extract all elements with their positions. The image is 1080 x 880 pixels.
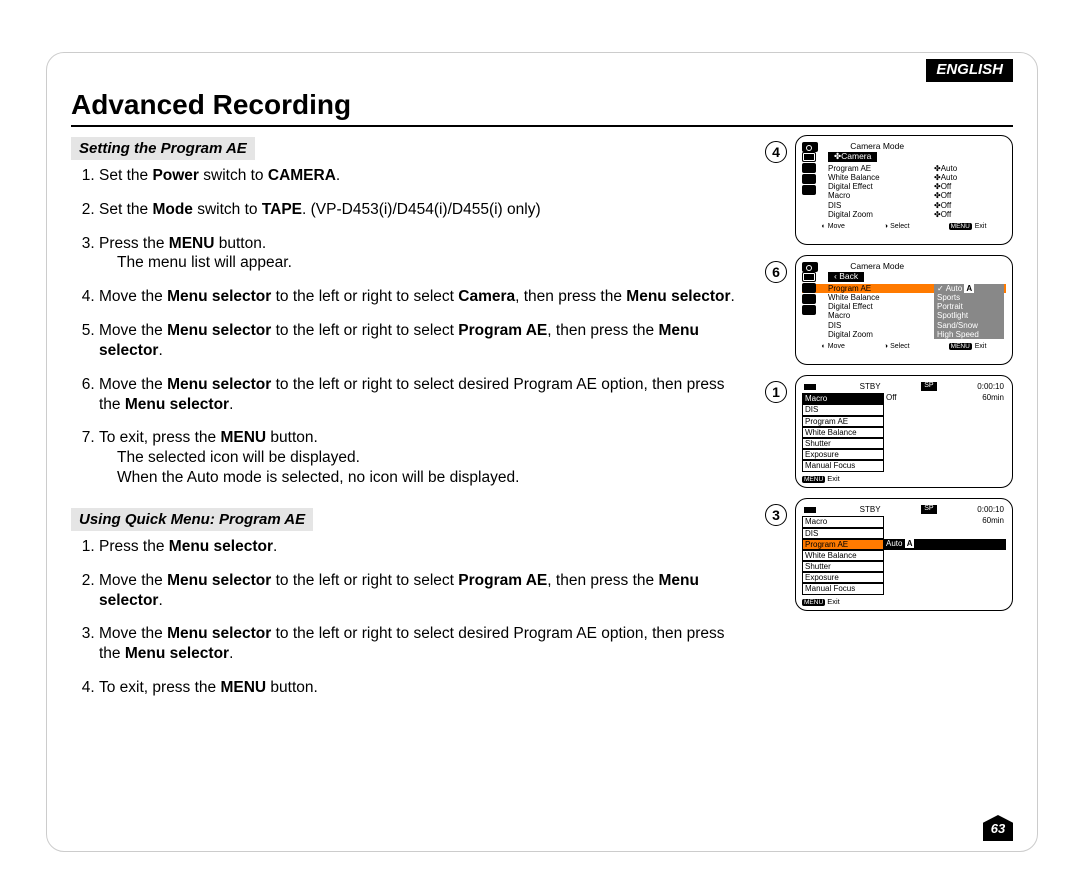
quickmenu-screen-1: STBY SP 0:00:10 MacroOff60minDISProgram … bbox=[795, 375, 1013, 488]
osd-row: Digital Zoom✤Off bbox=[802, 210, 1006, 219]
section2-heading: Using Quick Menu: Program AE bbox=[71, 508, 313, 531]
quickmenu-row: White Balance bbox=[802, 427, 1006, 438]
figure-badge-6: 6 bbox=[765, 261, 787, 283]
section1-heading: Setting the Program AE bbox=[71, 137, 255, 160]
osd-row: White BalanceSports bbox=[802, 293, 1006, 302]
s2-step1: Press the Menu selector. bbox=[99, 537, 747, 557]
movie-tab-icon bbox=[802, 283, 816, 293]
battery-icon bbox=[804, 384, 816, 390]
osd-row: Program AEAuto A bbox=[802, 284, 1006, 293]
page-number: 63 bbox=[983, 815, 1013, 841]
osd4-footer: ◐ Move ◑ Select MENU Exit bbox=[802, 223, 1006, 231]
figure-badge-1: 1 bbox=[765, 381, 787, 403]
osd-row: Digital EffectPortrait bbox=[802, 302, 1006, 311]
s2-step2: Move the Menu selector to the left or ri… bbox=[99, 571, 747, 611]
s1-step5: Move the Menu selector to the left or ri… bbox=[99, 321, 747, 361]
figure-column: 4 Camera Mode ✤Camera Program AE✤AutoWhi… bbox=[765, 135, 1013, 716]
quickmenu-row: DIS bbox=[802, 404, 1006, 415]
quickmenu-row: MacroOff60min bbox=[802, 393, 1006, 404]
osd-screen-6: Camera Mode Back Program AEAuto AWhite B… bbox=[795, 255, 1013, 365]
tape-tab-icon bbox=[802, 294, 816, 304]
section1-steps: Set the Power switch to CAMERA. Set the … bbox=[71, 166, 747, 488]
quickmenu-row: Program AE bbox=[802, 416, 1006, 427]
osd4-iconcol bbox=[802, 152, 820, 195]
quickmenu-row: White Balance bbox=[802, 550, 1006, 561]
tape-tab-icon bbox=[802, 174, 816, 184]
page-title: Advanced Recording bbox=[71, 89, 1013, 121]
osd-row: Program AE✤Auto bbox=[802, 164, 1006, 173]
gear-tab-icon bbox=[802, 185, 816, 195]
osd-row: MacroSpotlight bbox=[802, 311, 1006, 320]
quickmenu-row: Program AEAuto A bbox=[802, 539, 1006, 550]
osd-screen-4: Camera Mode ✤Camera Program AE✤AutoWhite… bbox=[795, 135, 1013, 245]
section2-steps: Press the Menu selector. Move the Menu s… bbox=[71, 537, 747, 698]
osd-row: DIS✤Off bbox=[802, 201, 1006, 210]
movie-tab-icon bbox=[802, 163, 816, 173]
s1-step6: Move the Menu selector to the left or ri… bbox=[99, 375, 747, 415]
osd4-submenu: ✤Camera bbox=[828, 152, 877, 162]
quickmenu-row: Shutter bbox=[802, 561, 1006, 572]
osd-row: Digital Effect✤Off bbox=[802, 182, 1006, 191]
gear-tab-icon bbox=[802, 305, 816, 315]
s1-step2: Set the Mode switch to TAPE. (VP-D453(i)… bbox=[99, 200, 747, 220]
text-column: Setting the Program AE Set the Power swi… bbox=[71, 135, 765, 716]
quickmenu-row: Manual Focus bbox=[802, 460, 1006, 471]
quickmenu-row: Shutter bbox=[802, 438, 1006, 449]
s1-step4: Move the Menu selector to the left or ri… bbox=[99, 287, 747, 307]
osd-row: Digital ZoomHigh Speed bbox=[802, 330, 1006, 339]
osd6-footer: ◐ Move ◑ Select MENU Exit bbox=[802, 343, 1006, 351]
camera-icon bbox=[802, 142, 818, 152]
battery-icon bbox=[804, 507, 816, 513]
s1-step3: Press the MENU button. The menu list wil… bbox=[99, 234, 747, 274]
s2-step4: To exit, press the MENU button. bbox=[99, 678, 747, 698]
cam-tab-icon bbox=[802, 152, 816, 162]
figure-badge-3: 3 bbox=[765, 504, 787, 526]
quickmenu-row: Exposure bbox=[802, 449, 1006, 460]
figure-6: 6 Camera Mode Back Program AEAuto AWhite… bbox=[765, 255, 1013, 365]
osd-row: DISSand/Snow bbox=[802, 321, 1006, 330]
figure-badge-4: 4 bbox=[765, 141, 787, 163]
s1-step1: Set the Power switch to CAMERA. bbox=[99, 166, 747, 186]
osd-row: Macro✤Off bbox=[802, 191, 1006, 200]
quickmenu-screen-3: STBY SP 0:00:10 Macro60minDISProgram AEA… bbox=[795, 498, 1013, 611]
osd6-iconcol bbox=[802, 272, 820, 315]
osd6-back: Back bbox=[828, 272, 864, 282]
figure-3: 3 STBY SP 0:00:10 Macro60minDISProgram A… bbox=[765, 498, 1013, 611]
osd-row: White Balance✤Auto bbox=[802, 173, 1006, 182]
title-rule bbox=[71, 125, 1013, 127]
figure-4: 4 Camera Mode ✤Camera Program AE✤AutoWhi… bbox=[765, 135, 1013, 245]
camera-icon bbox=[802, 262, 818, 272]
quickmenu-row: Exposure bbox=[802, 572, 1006, 583]
figure-1: 1 STBY SP 0:00:10 MacroOff60minDISProgra… bbox=[765, 375, 1013, 488]
quickmenu-row: DIS bbox=[802, 528, 1006, 539]
cam-tab-icon bbox=[802, 272, 816, 282]
quickmenu-row: Macro60min bbox=[802, 516, 1006, 527]
quickmenu-row: Manual Focus bbox=[802, 583, 1006, 594]
s2-step3: Move the Menu selector to the left or ri… bbox=[99, 624, 747, 664]
s1-step7: To exit, press the MENU button. The sele… bbox=[99, 428, 747, 487]
language-tag: ENGLISH bbox=[926, 59, 1013, 82]
